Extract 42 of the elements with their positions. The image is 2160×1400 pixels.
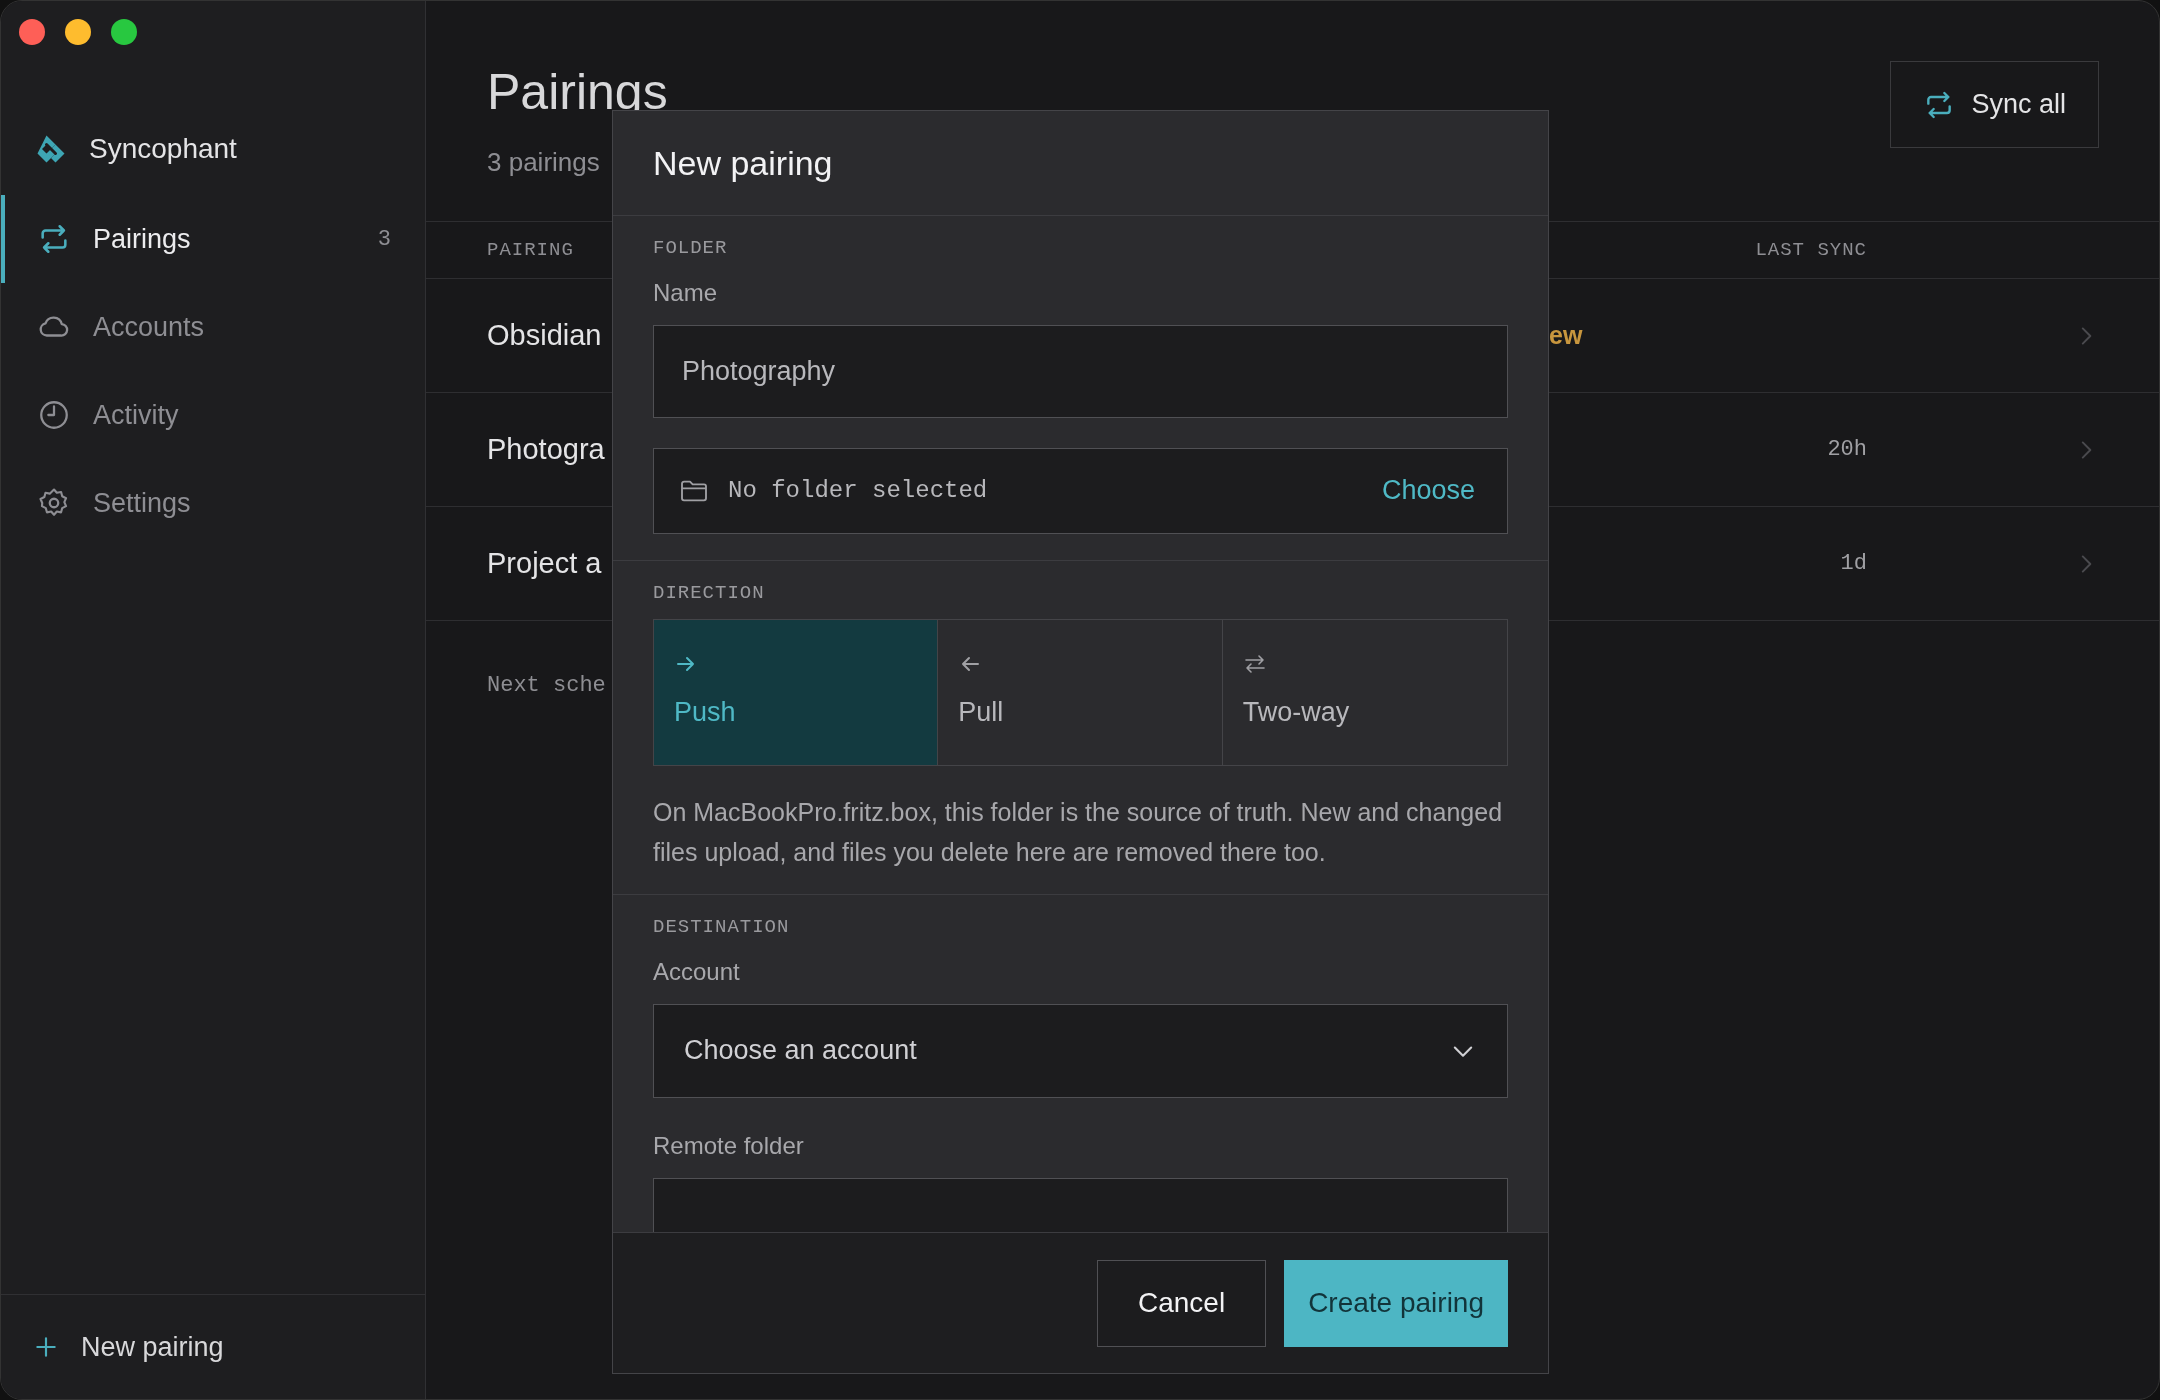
folder-picker[interactable]: No folder selected Choose (653, 447, 1508, 534)
nav-label: Settings (93, 486, 191, 520)
schedule-note: Next sche (487, 672, 606, 700)
direction-description: On MacBookPro.fritz.box, this folder is the source of truth. New and changed files upload, and files you delete here are removed there too. (653, 797, 1504, 868)
pairing-name: Obsidian (487, 317, 603, 353)
nav-label: Activity (93, 398, 179, 432)
status-text: ew (1549, 319, 1584, 351)
folder-path: No folder selected (728, 475, 988, 506)
cancel-button[interactable]: Cancel (1096, 1259, 1267, 1347)
field-label: Account (653, 956, 741, 987)
column-header: PAIRING (487, 237, 575, 263)
sync-all-button[interactable]: Sync all (1890, 61, 2099, 148)
create-pairing-button[interactable]: Create pairing (1284, 1259, 1508, 1347)
account-select[interactable]: Choose an account (653, 1003, 1508, 1098)
dialog-title: New pairing (613, 111, 1548, 216)
last-sync-time: 1d (1839, 550, 1867, 578)
sidebar-item[interactable]: Settings (1, 459, 425, 547)
sidebar-item[interactable]: Accounts (1, 283, 425, 371)
section-label: DESTINATION (653, 915, 791, 940)
pairing-name: Photogra (487, 431, 606, 467)
close-button[interactable] (19, 19, 45, 45)
nav-label: Accounts (93, 310, 205, 344)
clock-icon (37, 398, 71, 432)
column-header: LAST SYNC (1754, 237, 1867, 263)
section-label: FOLDER (653, 236, 729, 261)
direction-option[interactable]: Push (654, 620, 939, 765)
name-field[interactable]: Photography (653, 324, 1508, 418)
sidebar-item[interactable]: Pairings 3 (1, 195, 425, 283)
pairing-name: Project a (487, 545, 603, 581)
sidebar-item[interactable]: Activity (1, 371, 425, 459)
item-count: 3 (377, 225, 391, 254)
field-label: Name (653, 277, 719, 308)
last-sync-time: 20h (1826, 436, 1867, 464)
plus-icon (33, 1334, 59, 1360)
zoom-button[interactable] (111, 19, 137, 45)
minimize-button[interactable] (65, 19, 91, 45)
choose-link[interactable]: Choose (1381, 470, 1475, 511)
nav-label: Pairings (93, 222, 191, 256)
section-label: DIRECTION (653, 580, 766, 606)
field-label: Remote folder (653, 1130, 805, 1161)
app-name: Syncophant (89, 132, 237, 166)
new-pairing-button[interactable]: New pairing (1, 1294, 425, 1399)
